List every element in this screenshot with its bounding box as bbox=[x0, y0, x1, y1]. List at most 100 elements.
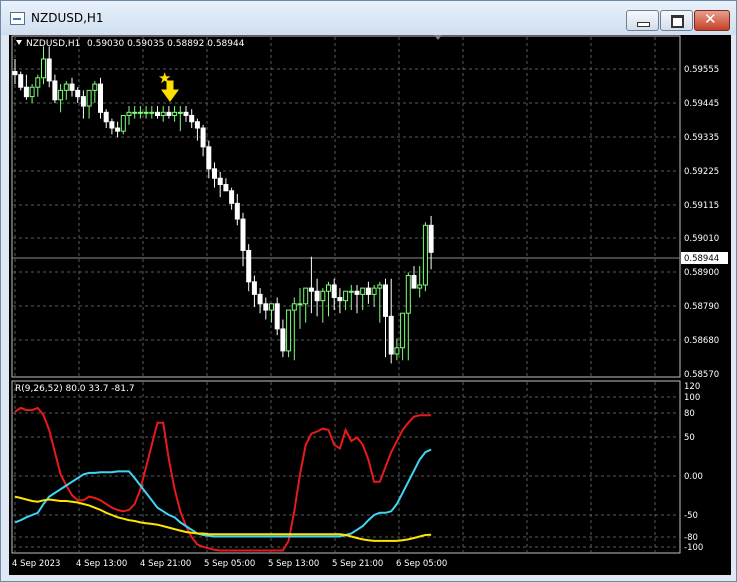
candle-body bbox=[269, 303, 274, 311]
indicator-level-label: 0.00 bbox=[684, 472, 703, 482]
indicator-panel-frame bbox=[11, 380, 681, 554]
candle-body bbox=[417, 284, 423, 289]
time-label: 5 Sep 05:00 bbox=[204, 559, 255, 569]
candle-body bbox=[41, 58, 46, 79]
indicator-level-label: -80 bbox=[684, 533, 698, 543]
close-icon: ✕ bbox=[704, 10, 717, 28]
candle-body bbox=[69, 83, 75, 91]
chart-shift-marker-icon[interactable] bbox=[434, 35, 442, 40]
candle-body bbox=[194, 121, 200, 129]
price-label: 0.58570 bbox=[684, 370, 719, 380]
indicator-level-label: 120 bbox=[684, 382, 700, 392]
candle-body bbox=[422, 224, 428, 286]
candle-body bbox=[371, 287, 377, 295]
candle-body bbox=[405, 275, 411, 314]
chart-menu-triangle-icon[interactable] bbox=[16, 40, 22, 45]
candle-body bbox=[132, 111, 138, 114]
time-label: 5 Sep 21:00 bbox=[332, 559, 383, 569]
indicator-level-label: 50 bbox=[684, 433, 695, 443]
candle-body bbox=[343, 290, 349, 302]
price-label: 0.59555 bbox=[684, 65, 719, 75]
candle-body bbox=[297, 303, 303, 306]
candle-body bbox=[200, 127, 206, 148]
candle-body bbox=[92, 83, 98, 91]
candle-body bbox=[18, 74, 24, 88]
candle-body bbox=[348, 290, 354, 293]
chart-window-icon bbox=[10, 12, 25, 25]
candle-body bbox=[217, 177, 223, 186]
time-label: 4 Sep 21:00 bbox=[140, 559, 191, 569]
indicator-scale: 120 100 80 50 0.00 -50 -80 -100 bbox=[684, 382, 703, 553]
price-label: 0.58680 bbox=[684, 336, 719, 346]
chart-area[interactable]: NZDUSD,H1 0.59030 0.59035 0.58892 0.5894… bbox=[9, 35, 731, 575]
candle-body bbox=[383, 284, 388, 317]
candle-body bbox=[411, 275, 417, 289]
candle-body bbox=[320, 290, 326, 302]
candle-body bbox=[166, 111, 172, 116]
candle-body bbox=[428, 224, 434, 253]
main-panel-frame bbox=[11, 35, 681, 378]
candle-body bbox=[314, 290, 320, 302]
candle-body bbox=[137, 111, 143, 114]
candle-body bbox=[303, 287, 309, 305]
candle-body bbox=[189, 114, 195, 123]
candle-body bbox=[155, 111, 160, 116]
candle-body bbox=[365, 287, 371, 295]
price-label: 0.58790 bbox=[684, 302, 719, 312]
candle-body bbox=[229, 190, 235, 204]
candle-body bbox=[331, 284, 337, 299]
chart-window: NZDUSD,H1 ✕ NZDUSD,H1 0.59030 0.59035 0.… bbox=[0, 0, 737, 582]
window-title: NZDUSD,H1 bbox=[31, 11, 104, 25]
minimize-button[interactable] bbox=[626, 10, 659, 31]
chart-canvas[interactable]: NZDUSD,H1 0.59030 0.59035 0.58892 0.5894… bbox=[9, 35, 731, 575]
candle-body bbox=[86, 89, 92, 107]
candle-body bbox=[326, 284, 331, 292]
indicator-level-label: -50 bbox=[684, 511, 698, 521]
time-label: 4 Sep 2023 bbox=[12, 559, 60, 569]
price-label: 0.59115 bbox=[684, 201, 719, 211]
title-bar[interactable]: NZDUSD,H1 ✕ bbox=[1, 1, 736, 35]
candle-body bbox=[35, 77, 41, 88]
candle-body bbox=[115, 127, 121, 132]
candle-body bbox=[263, 303, 269, 311]
time-label: 4 Sep 13:00 bbox=[76, 559, 127, 569]
candle-body bbox=[160, 111, 166, 116]
candle-body bbox=[75, 89, 81, 98]
candle-body bbox=[183, 111, 189, 116]
candle-body bbox=[29, 86, 35, 98]
candle-body bbox=[280, 328, 286, 352]
candle-body bbox=[388, 315, 394, 355]
price-label: 0.58900 bbox=[684, 268, 719, 278]
indicator-header: R(9,26,52) 80.0 33.7 -81.7 bbox=[15, 384, 135, 394]
candle-body bbox=[234, 202, 240, 220]
price-label: 0.59010 bbox=[684, 234, 719, 244]
time-label: 5 Sep 13:00 bbox=[268, 559, 319, 569]
candle-body bbox=[177, 111, 183, 114]
candle-body bbox=[212, 168, 217, 179]
indicator-level-label: 100 bbox=[684, 393, 700, 403]
candle-body bbox=[46, 58, 52, 82]
candle-body bbox=[206, 146, 212, 170]
candle-body bbox=[126, 111, 132, 116]
minimize-icon bbox=[637, 22, 650, 27]
candle-body bbox=[360, 287, 366, 295]
candle-body bbox=[291, 303, 297, 311]
candle-body bbox=[63, 83, 69, 91]
candle-body bbox=[246, 249, 252, 283]
candle-body bbox=[394, 347, 400, 355]
maximize-icon bbox=[671, 15, 684, 28]
maximize-button[interactable] bbox=[660, 10, 693, 31]
close-button[interactable]: ✕ bbox=[694, 10, 730, 31]
indicator-level-label: 80 bbox=[684, 409, 695, 419]
candle-body bbox=[286, 309, 292, 352]
candle-body bbox=[120, 114, 126, 132]
time-label: 6 Sep 05:00 bbox=[396, 559, 447, 569]
candle-body bbox=[308, 287, 314, 292]
candle-body bbox=[80, 96, 86, 107]
candle-body bbox=[337, 297, 343, 302]
candle-body bbox=[251, 281, 257, 295]
candle-body bbox=[58, 89, 64, 101]
price-label: 0.59335 bbox=[684, 133, 719, 143]
price-scale: 0.59555 0.59445 0.59335 0.59225 0.59115 … bbox=[681, 65, 728, 380]
candle-body bbox=[12, 71, 18, 76]
